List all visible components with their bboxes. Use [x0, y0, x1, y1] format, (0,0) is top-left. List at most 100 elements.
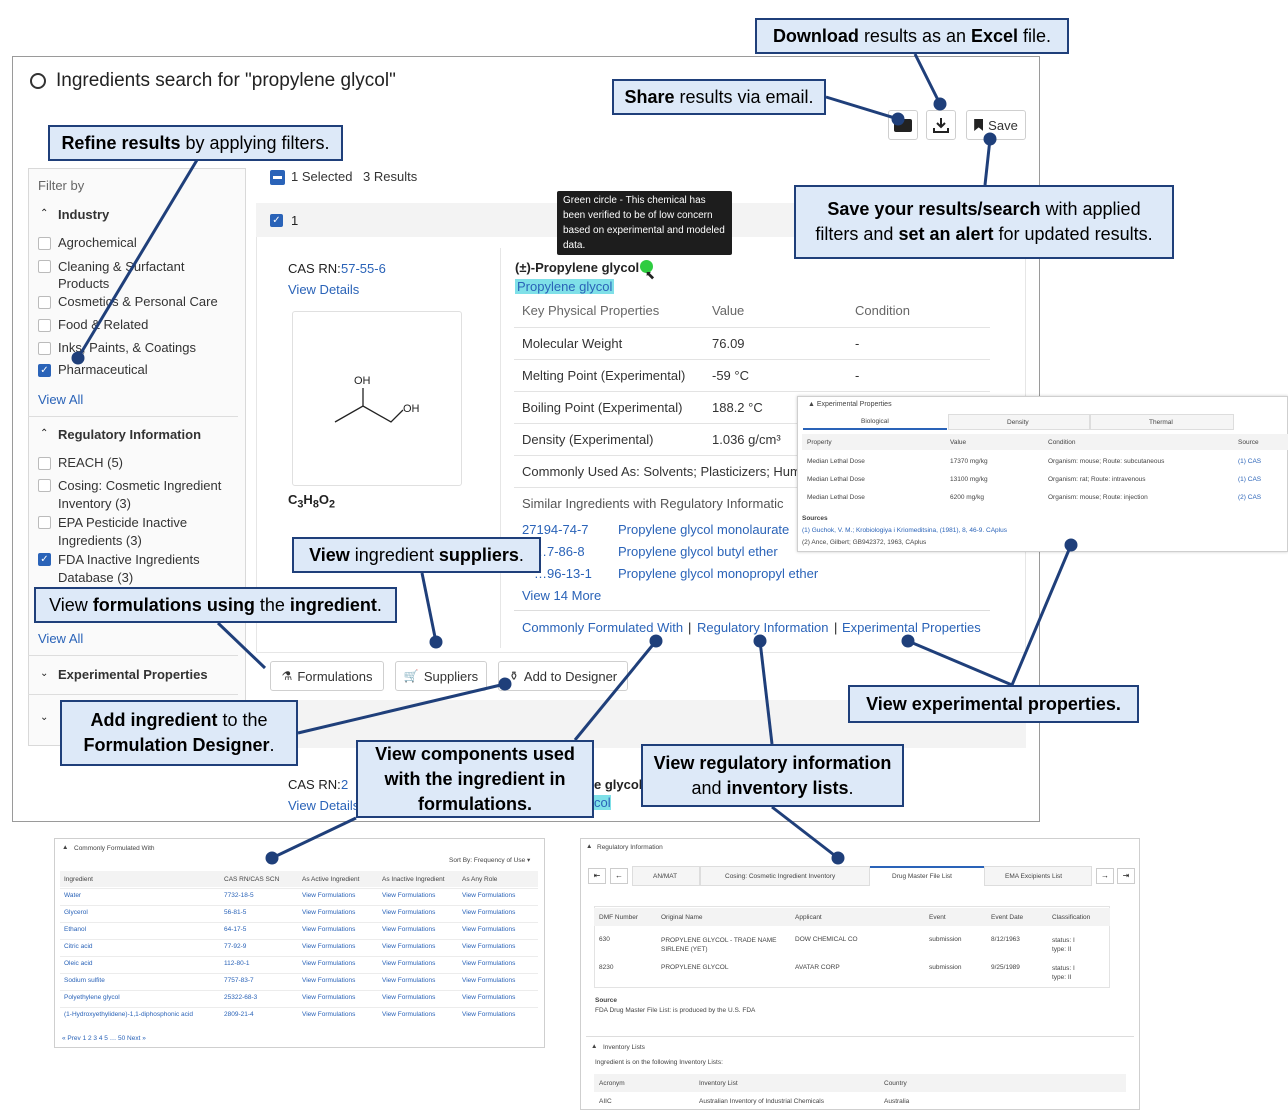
similar-name-link[interactable]: Propylene glycol monopropyl ether	[618, 566, 818, 581]
experimental-heading[interactable]: Experimental Properties	[58, 667, 208, 682]
next-page-button[interactable]: →	[1096, 868, 1114, 884]
cfw-any-link[interactable]: View Formulations	[462, 960, 515, 967]
view-details-link[interactable]: View Details	[288, 798, 359, 813]
add-to-designer-button[interactable]: ⚱ Add to Designer	[498, 661, 628, 691]
cfw-inactive-link[interactable]: View Formulations	[382, 909, 435, 916]
cfw-active-link[interactable]: View Formulations	[302, 977, 355, 984]
cfw-inactive-link[interactable]: View Formulations	[382, 943, 435, 950]
cfw-cas-link[interactable]: 25322-68-3	[224, 994, 257, 1001]
synonym-link[interactable]: Propylene glycol	[515, 279, 615, 294]
checkbox-inks[interactable]	[38, 342, 51, 355]
cfw-cas-link[interactable]: 7732-18-5	[224, 892, 254, 899]
prev-page-button[interactable]: ←	[610, 868, 628, 884]
collapsed-section-chevron[interactable]: ⌄	[40, 712, 48, 723]
similar-name-link[interactable]: Propylene glycol monolaurate	[618, 522, 789, 537]
collapse-icon[interactable]: ▲	[62, 844, 68, 851]
cfw-any-link[interactable]: View Formulations	[462, 994, 515, 1001]
cfw-active-link[interactable]: View Formulations	[302, 909, 355, 916]
regulatory-heading[interactable]: Regulatory Information	[58, 427, 201, 442]
cfw-ingredient-link[interactable]: Citric acid	[64, 943, 93, 950]
cfw-active-link[interactable]: View Formulations	[302, 926, 355, 933]
synonym-link[interactable]: col	[594, 795, 611, 810]
last-page-button[interactable]: ⇥	[1117, 868, 1135, 884]
exp-source-link[interactable]: (1) CAS	[1238, 458, 1261, 465]
cfw-any-link[interactable]: View Formulations	[462, 926, 515, 933]
cfw-sort-select[interactable]: Sort By: Frequency of Use ▾	[449, 856, 530, 864]
cfw-cas-link[interactable]: 77-92-9	[224, 943, 246, 950]
cfw-pagination[interactable]: « Prev 1 2 3 4 5 … 50 Next »	[62, 1035, 146, 1042]
suppliers-button[interactable]: 🛒 Suppliers	[395, 661, 487, 691]
download-button[interactable]	[926, 110, 956, 140]
cfw-any-link[interactable]: View Formulations	[462, 909, 515, 916]
cfw-any-link[interactable]: View Formulations	[462, 977, 515, 984]
checkbox-epa[interactable]	[38, 516, 51, 529]
exp-tab-biological[interactable]: Biological	[803, 414, 947, 430]
regulatory-view-all[interactable]: View All	[38, 631, 83, 646]
cfw-active-link[interactable]: View Formulations	[302, 960, 355, 967]
email-button[interactable]	[888, 110, 918, 140]
industry-collapse[interactable]: ⌃	[40, 208, 48, 219]
checkbox-cosmetics[interactable]	[38, 296, 51, 309]
cfw-inactive-link[interactable]: View Formulations	[382, 1011, 435, 1018]
exp-tab-density[interactable]: Density	[948, 414, 1090, 430]
cfw-any-link[interactable]: View Formulations	[462, 892, 515, 899]
cfw-ingredient-link[interactable]: Glycerol	[64, 909, 88, 916]
cfw-cas-link[interactable]: 112-80-1	[224, 960, 250, 967]
checkbox-fda[interactable]: ✓	[38, 553, 51, 566]
cfw-cas-link[interactable]: 56-81-5	[224, 909, 246, 916]
collapse-icon[interactable]: ▲	[586, 843, 592, 850]
cfw-inactive-link[interactable]: View Formulations	[382, 892, 435, 899]
cfw-inactive-link[interactable]: View Formulations	[382, 977, 435, 984]
reg-tab-active[interactable]: Drug Master File List	[870, 866, 984, 886]
result-checkbox[interactable]: ✓	[270, 214, 283, 227]
checkbox-agrochemical[interactable]	[38, 237, 51, 250]
view-more-link[interactable]: View 14 More	[522, 588, 601, 603]
exp-tab-thermal[interactable]: Thermal	[1090, 414, 1234, 430]
exp-source-link[interactable]: (2) CAS	[1238, 494, 1261, 501]
similar-name-link[interactable]: Propylene glycol butyl ether	[618, 544, 778, 559]
cas-number-link[interactable]: 2	[341, 777, 348, 792]
checkbox-cosing[interactable]	[38, 479, 51, 492]
formulations-button[interactable]: ⚗ Formulations	[270, 661, 384, 691]
cfw-active-link[interactable]: View Formulations	[302, 943, 355, 950]
reg-panel-title[interactable]: Regulatory Information	[597, 844, 663, 851]
cfw-panel-title[interactable]: Commonly Formulated With	[74, 845, 155, 852]
cfw-active-link[interactable]: View Formulations	[302, 994, 355, 1001]
exp-panel-title[interactable]: ▲ Experimental Properties	[808, 401, 892, 408]
first-page-button[interactable]: ⇤	[588, 868, 606, 884]
inventory-title[interactable]: Inventory Lists	[603, 1044, 645, 1051]
cas-number-link[interactable]: 57-55-6	[341, 261, 386, 276]
commonly-formulated-link[interactable]: Commonly Formulated With	[522, 620, 683, 635]
cfw-any-link[interactable]: View Formulations	[462, 943, 515, 950]
exp-source-link[interactable]: (1) CAS	[1238, 476, 1261, 483]
regulatory-collapse[interactable]: ⌃	[40, 428, 48, 439]
reg-tab[interactable]: AN/MAT	[632, 866, 700, 886]
similar-cas-link[interactable]: …7-86-8	[534, 544, 585, 559]
reg-tab[interactable]: EMA Excipients List	[984, 866, 1092, 886]
deselect-all-checkbox[interactable]	[270, 170, 285, 185]
cfw-ingredient-link[interactable]: Polyethylene glycol	[64, 994, 120, 1001]
collapse-icon[interactable]: ▲	[591, 1043, 597, 1050]
cfw-ingredient-link[interactable]: (1-Hydroxyethylidene)-1,1-diphosphonic a…	[64, 1011, 193, 1018]
cfw-ingredient-link[interactable]: Ethanol	[64, 926, 86, 933]
checkbox-cleaning[interactable]	[38, 260, 51, 273]
experimental-expand[interactable]: ⌄	[40, 668, 48, 679]
cfw-any-link[interactable]: View Formulations	[462, 1011, 515, 1018]
cfw-ingredient-link[interactable]: Water	[64, 892, 81, 899]
checkbox-food[interactable]	[38, 319, 51, 332]
checkbox-reach[interactable]	[38, 457, 51, 470]
cfw-cas-link[interactable]: 2809-21-4	[224, 1011, 254, 1018]
save-button[interactable]: Save	[966, 110, 1026, 140]
regulatory-info-link[interactable]: Regulatory Information	[697, 620, 829, 635]
industry-heading[interactable]: Industry	[58, 207, 109, 222]
industry-view-all[interactable]: View All	[38, 392, 83, 407]
cfw-ingredient-link[interactable]: Sodium sulfite	[64, 977, 105, 984]
cfw-active-link[interactable]: View Formulations	[302, 892, 355, 899]
cfw-cas-link[interactable]: 64-17-5	[224, 926, 246, 933]
checkbox-pharmaceutical[interactable]: ✓	[38, 364, 51, 377]
similar-cas-link[interactable]: 27194-74-7	[522, 522, 589, 537]
exp-source-ref[interactable]: (1) Guchok, V. M.; Krobiologiya i Kriome…	[802, 527, 1007, 534]
cfw-inactive-link[interactable]: View Formulations	[382, 994, 435, 1001]
cfw-active-link[interactable]: View Formulations	[302, 1011, 355, 1018]
reg-tab[interactable]: Cosing: Cosmetic Ingredient Inventory	[700, 866, 870, 886]
